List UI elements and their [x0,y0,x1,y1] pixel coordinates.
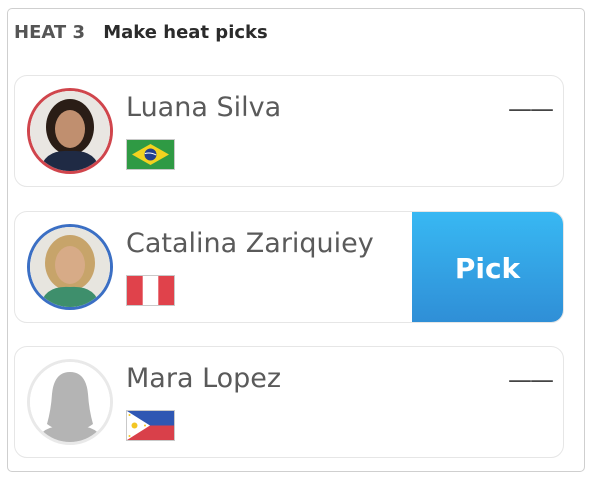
surfer-name: Catalina Zariquiey [126,228,374,259]
brazil-flag-icon [126,139,175,170]
heat-header: HEAT 3 Make heat picks [14,22,268,43]
page-title: Make heat picks [103,22,268,43]
peru-flag-icon [126,275,175,306]
avatar-placeholder-icon [27,359,113,445]
avatar [27,88,113,174]
surfer-row-mara-lopez[interactable]: Mara Lopez —— [14,346,564,458]
pick-status: —— [508,366,554,394]
avatar [27,224,113,310]
heat-label: HEAT 3 [14,22,85,43]
philippines-flag-icon [126,410,175,441]
surfer-row-catalina-zariquiey[interactable]: Catalina Zariquiey Pick [14,211,564,323]
surfer-name: Luana Silva [126,92,282,123]
pick-status: —— [508,95,554,123]
pick-button[interactable]: Pick [412,212,563,322]
surfer-row-luana-silva[interactable]: Luana Silva —— [14,75,564,187]
surfer-name: Mara Lopez [126,363,282,394]
